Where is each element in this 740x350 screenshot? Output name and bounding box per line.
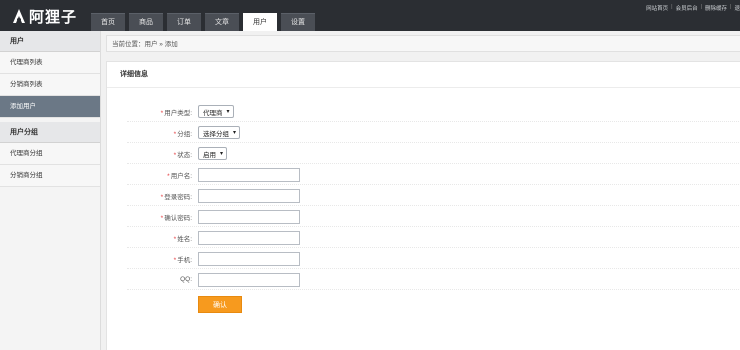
- member-center-link[interactable]: 会员后台: [676, 4, 698, 12]
- top-links: 网站首页 | 会员后台 | 删除缓存 | 退: [646, 4, 740, 12]
- breadcrumb: 当前位置：用户 » 添加: [106, 35, 740, 52]
- brand-logo[interactable]: 阿狸子: [12, 6, 77, 26]
- phone-input[interactable]: [198, 251, 300, 266]
- sidebar-group-users: 用户: [0, 31, 100, 52]
- status-value: 启用: [203, 151, 216, 159]
- required-mark: *: [173, 151, 177, 159]
- form-row-submit: 确认: [127, 292, 740, 316]
- confirm-password-label-text: 确认密码:: [164, 214, 192, 222]
- group-select[interactable]: 选择分组 ▾: [198, 126, 241, 139]
- link-separator: |: [730, 4, 732, 10]
- form-row-phone: *手机:: [127, 249, 740, 269]
- sidebar-item-agent-list[interactable]: 代理商列表: [0, 52, 100, 74]
- username-input[interactable]: [198, 167, 300, 182]
- form-row-qq: QQ:: [127, 270, 740, 290]
- required-mark: *: [160, 214, 164, 222]
- group-label-text: 分组:: [177, 130, 192, 138]
- status-label: *状态:: [127, 149, 192, 159]
- group-value: 选择分组: [203, 130, 229, 138]
- panel-title: 详细信息: [107, 62, 740, 88]
- confirm-password-input[interactable]: [198, 209, 300, 224]
- form-row-login-password: *登录密码:: [127, 186, 740, 206]
- link-separator: |: [700, 4, 703, 10]
- sidebar-item-distributor-list[interactable]: 分销商列表: [0, 74, 100, 96]
- form-row-name: *姓名:: [127, 228, 740, 248]
- required-mark: *: [173, 256, 177, 264]
- tab-goods[interactable]: 商品: [129, 13, 163, 31]
- sidebar-item-agent-groups[interactable]: 代理商分组: [0, 143, 100, 165]
- required-mark: *: [167, 172, 170, 180]
- clear-cache-link[interactable]: 删除缓存: [705, 4, 727, 12]
- tab-home[interactable]: 首页: [91, 13, 125, 31]
- group-label: *分组:: [127, 128, 192, 138]
- sidebar-item-distributor-groups[interactable]: 分销商分组: [0, 165, 100, 187]
- login-password-label-text: 登录密码:: [164, 193, 192, 201]
- form-row-username: *用户名:: [127, 165, 740, 185]
- tab-users[interactable]: 用户: [243, 13, 277, 31]
- name-label-text: 姓名:: [177, 235, 192, 243]
- phone-label-text: 手机:: [177, 256, 192, 264]
- status-label-text: 状态:: [177, 151, 192, 159]
- phone-label: *手机:: [127, 254, 192, 264]
- logo-a-icon: [12, 8, 26, 24]
- status-select[interactable]: 启用 ▾: [198, 147, 228, 160]
- form-row-group: *分组: 选择分组 ▾: [127, 123, 740, 143]
- tab-articles[interactable]: 文章: [205, 13, 239, 31]
- form-row-confirm-password: *确认密码:: [127, 207, 740, 227]
- qq-label: QQ:: [180, 276, 192, 283]
- name-input[interactable]: [198, 230, 300, 245]
- required-mark: *: [173, 130, 177, 138]
- chevron-down-icon: ▾: [226, 109, 230, 115]
- username-label-text: 用户名:: [170, 172, 192, 180]
- username-label: *用户名:: [127, 170, 192, 180]
- logout-link[interactable]: 退: [734, 4, 740, 12]
- sidebar-group-user-groups: 用户分组: [0, 122, 100, 143]
- chevron-down-icon: ▾: [220, 151, 224, 157]
- user-type-value: 代理商: [203, 109, 223, 117]
- name-label: *姓名:: [127, 233, 192, 243]
- user-type-label: *用户类型:: [127, 107, 192, 117]
- chevron-down-icon: ▾: [233, 130, 237, 136]
- tab-orders[interactable]: 订单: [167, 13, 201, 31]
- form-row-status: *状态: 启用 ▾: [127, 144, 740, 164]
- brand-name: 阿狸子: [29, 7, 78, 26]
- main-content: 当前位置：用户 » 添加 详细信息 *用户类型: 代理商 ▾ *分组: 选择分组 ▾…: [101, 31, 740, 350]
- login-password-label: *登录密码:: [127, 191, 192, 201]
- confirm-password-label: *确认密码:: [127, 212, 192, 222]
- confirm-button[interactable]: 确认: [198, 295, 242, 313]
- required-mark: *: [160, 193, 164, 201]
- main-nav: 首页 商品 订单 文章 用户 设置: [91, 13, 319, 31]
- link-separator: |: [671, 4, 673, 10]
- detail-panel: 详细信息 *用户类型: 代理商 ▾ *分组: 选择分组 ▾ *状态: 启用 ▾ *用户…: [106, 61, 740, 350]
- user-type-label-text: 用户类型:: [164, 109, 192, 117]
- sidebar: 用户 代理商列表 分销商列表 添加用户 用户分组 代理商分组 分销商分组: [0, 31, 101, 350]
- sidebar-item-add-user[interactable]: 添加用户: [0, 96, 100, 118]
- form-row-user-type: *用户类型: 代理商 ▾: [127, 102, 740, 122]
- site-home-link[interactable]: 网站首页: [646, 4, 668, 12]
- required-mark: *: [173, 235, 177, 243]
- login-password-input[interactable]: [198, 188, 300, 203]
- qq-input[interactable]: [198, 272, 300, 287]
- required-mark: *: [160, 109, 164, 117]
- tab-settings[interactable]: 设置: [281, 13, 315, 31]
- top-bar: 阿狸子 首页 商品 订单 文章 用户 设置 网站首页 | 会员后台 | 删除缓存…: [0, 0, 740, 31]
- user-type-select[interactable]: 代理商 ▾: [198, 105, 234, 118]
